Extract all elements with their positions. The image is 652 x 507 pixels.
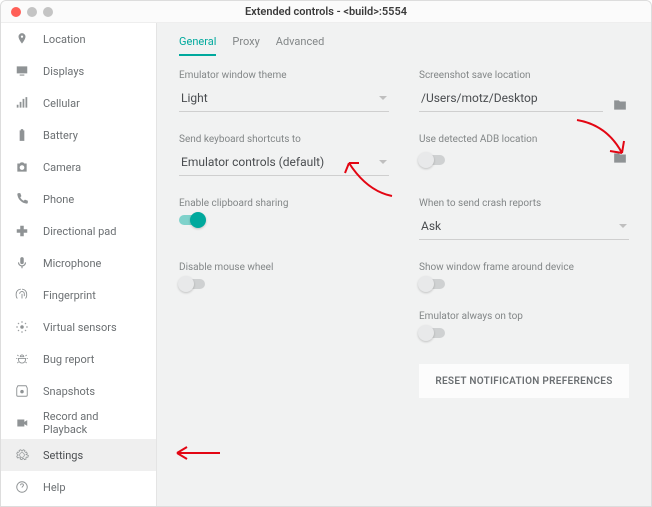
field-crash-reports: When to send crash reports Ask <box>419 198 629 240</box>
sidebar-item-label: Cellular <box>43 97 80 110</box>
sidebar-item-battery[interactable]: Battery <box>1 119 156 151</box>
field-always-on-top: Emulator always on top <box>419 311 629 338</box>
tab-proxy[interactable]: Proxy <box>232 35 259 56</box>
folder-icon[interactable] <box>611 151 629 165</box>
window-body: Location Displays Cellular Battery Camera Pho… <box>1 23 651 506</box>
sidebar-item-camera[interactable]: Camera <box>1 151 156 183</box>
field-label: Disable mouse wheel <box>179 262 389 273</box>
help-icon <box>15 480 29 494</box>
sidebar-item-displays[interactable]: Displays <box>1 55 156 87</box>
window-title: Extended controls - <build>:5554 <box>1 5 651 18</box>
tab-general[interactable]: General <box>179 35 216 56</box>
tab-advanced[interactable]: Advanced <box>276 35 324 56</box>
select-value: Ask <box>421 219 441 233</box>
chevron-down-icon <box>619 224 627 228</box>
location-icon <box>15 32 29 46</box>
sidebar-item-microphone[interactable]: Microphone <box>1 247 156 279</box>
cellular-icon <box>15 96 29 110</box>
extended-controls-window: Extended controls - <build>:5554 Locatio… <box>0 0 652 507</box>
sidebar-item-label: Snapshots <box>43 385 95 398</box>
battery-icon <box>15 128 29 142</box>
mouse-wheel-toggle[interactable] <box>179 279 205 289</box>
sidebar-item-label: Battery <box>43 129 78 142</box>
sidebar-item-label: Bug report <box>43 353 94 366</box>
always-on-top-toggle[interactable] <box>419 328 445 338</box>
bug-icon <box>15 352 29 366</box>
chevron-down-icon <box>379 96 387 100</box>
field-adb-location: Use detected ADB location <box>419 134 629 176</box>
sidebar-item-label: Fingerprint <box>43 289 96 302</box>
field-label: Emulator window theme <box>179 70 389 81</box>
sidebar-item-label: Directional pad <box>43 225 116 238</box>
shortcuts-select[interactable]: Emulator controls (default) <box>179 151 389 176</box>
sidebar-item-label: Phone <box>43 193 74 206</box>
fingerprint-icon <box>15 288 29 302</box>
sidebar-item-location[interactable]: Location <box>1 23 156 55</box>
clipboard-toggle[interactable] <box>179 215 205 225</box>
displays-icon <box>15 64 29 78</box>
sidebar-item-label: Microphone <box>43 257 101 270</box>
record-icon <box>15 416 29 430</box>
sidebar-item-record-and-playback[interactable]: Record and Playback <box>1 407 156 439</box>
field-window-frame: Show window frame around device <box>419 262 629 289</box>
sidebar-item-fingerprint[interactable]: Fingerprint <box>1 279 156 311</box>
field-mouse-wheel: Disable mouse wheel <box>179 262 389 289</box>
field-label: Enable clipboard sharing <box>179 198 389 209</box>
reset-wrap: RESET NOTIFICATION PREFERENCES <box>419 364 629 398</box>
sidebar-item-label: Location <box>43 33 86 46</box>
field-label: Screenshot save location <box>419 70 629 81</box>
settings-grid: Emulator window theme Light Screenshot s… <box>179 70 629 398</box>
field-label: Emulator always on top <box>419 311 629 322</box>
phone-icon <box>15 192 29 206</box>
annotation-arrow <box>165 438 225 468</box>
crash-select[interactable]: Ask <box>419 215 629 240</box>
sidebar-item-snapshots[interactable]: Snapshots <box>1 375 156 407</box>
spacer <box>179 360 389 398</box>
sidebar-item-virtual-sensors[interactable]: Virtual sensors <box>1 311 156 343</box>
sidebar-item-label: Record and Playback <box>43 410 142 436</box>
sidebar-item-label: Camera <box>43 161 81 174</box>
sidebar-item-label: Settings <box>43 449 83 462</box>
camera-icon <box>15 160 29 174</box>
snapshot-icon <box>15 384 29 398</box>
screenshot-path-input[interactable]: /Users/motz/Desktop <box>419 87 603 112</box>
reset-notification-preferences-button[interactable]: RESET NOTIFICATION PREFERENCES <box>419 364 629 398</box>
adb-toggle[interactable] <box>419 155 445 165</box>
settings-panel: General Proxy Advanced Emulator window the… <box>157 23 651 506</box>
spacer <box>179 311 389 338</box>
sidebar-item-phone[interactable]: Phone <box>1 183 156 215</box>
sidebar-item-label: Help <box>43 481 66 494</box>
field-label: When to send crash reports <box>419 198 629 209</box>
sensors-icon <box>15 320 29 334</box>
sidebar-item-cellular[interactable]: Cellular <box>1 87 156 119</box>
field-emulator-theme: Emulator window theme Light <box>179 70 389 112</box>
select-value: Emulator controls (default) <box>181 155 324 169</box>
select-value: Light <box>181 91 208 105</box>
sidebar-item-label: Displays <box>43 65 84 78</box>
sidebar-item-label: Virtual sensors <box>43 321 117 334</box>
tabs: General Proxy Advanced <box>179 35 629 56</box>
field-label: Send keyboard shortcuts to <box>179 134 389 145</box>
sidebar-item-bug-report[interactable]: Bug report <box>1 343 156 375</box>
mic-icon <box>15 256 29 270</box>
window-frame-toggle[interactable] <box>419 279 445 289</box>
settings-icon <box>15 448 29 462</box>
sidebar-item-help[interactable]: Help <box>1 471 156 503</box>
sidebar-item-directional-pad[interactable]: Directional pad <box>1 215 156 247</box>
chevron-down-icon <box>379 160 387 164</box>
dpad-icon <box>15 224 29 238</box>
field-clipboard-sharing: Enable clipboard sharing <box>179 198 389 240</box>
field-label: Show window frame around device <box>419 262 629 273</box>
sidebar: Location Displays Cellular Battery Camera Pho… <box>1 23 157 506</box>
titlebar: Extended controls - <build>:5554 <box>1 1 651 23</box>
sidebar-item-settings[interactable]: Settings <box>1 439 156 471</box>
input-value: /Users/motz/Desktop <box>421 91 538 105</box>
folder-icon[interactable] <box>611 98 629 112</box>
field-keyboard-shortcuts: Send keyboard shortcuts to Emulator cont… <box>179 134 389 176</box>
field-label: Use detected ADB location <box>419 134 629 145</box>
theme-select[interactable]: Light <box>179 87 389 112</box>
field-screenshot-location: Screenshot save location /Users/motz/Des… <box>419 70 629 112</box>
